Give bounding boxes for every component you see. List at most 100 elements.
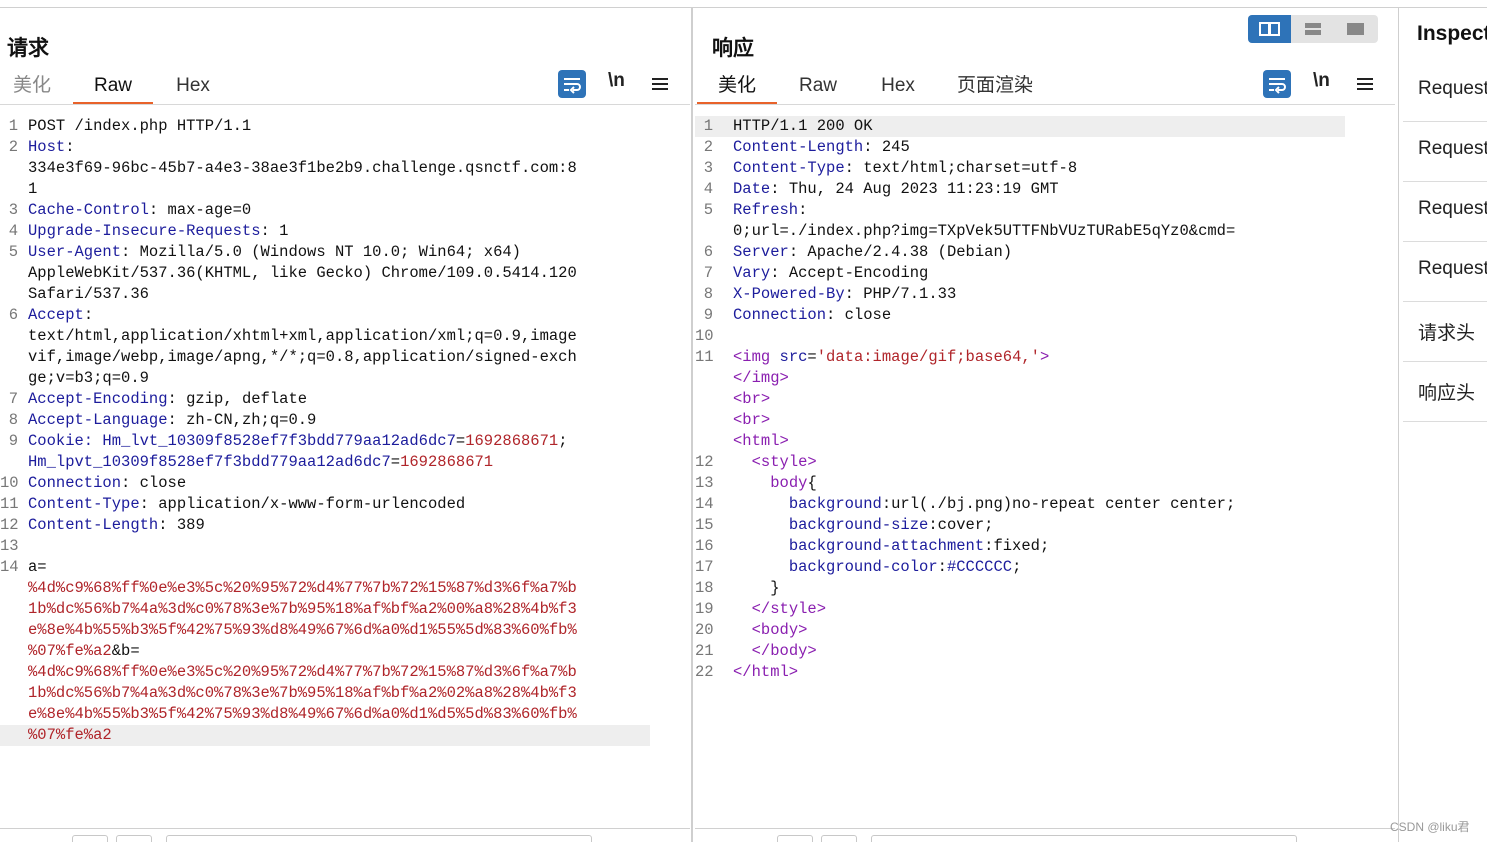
code-line[interactable]: e%8e%4b%55%b3%5f%42%75%93%d8%49%67%6d%a0… <box>0 620 650 641</box>
code-line[interactable]: AppleWebKit/537.36(KHTML, like Gecko) Ch… <box>0 263 650 284</box>
response-editor[interactable]: 1 HTTP/1.1 200 OK 2 Content-Length: 245 3 Con… <box>695 108 1395 826</box>
menu-button[interactable] <box>648 70 676 98</box>
line-content: body{ <box>733 473 817 494</box>
wrap-lines-button[interactable] <box>558 70 586 98</box>
code-line[interactable]: 14 background:url(./bj.png)no-repeat cen… <box>695 494 1345 515</box>
code-line[interactable]: text/html,application/xhtml+xml,applicat… <box>0 326 650 347</box>
line-content: %4d%c9%68%ff%0e%e3%5c%20%95%72%d4%77%7b%… <box>28 578 577 599</box>
code-line[interactable]: 2 Host: <box>0 137 650 158</box>
pane-divider[interactable] <box>691 8 693 842</box>
inspector-item-request-headers[interactable]: 请求头 <box>1403 302 1487 362</box>
code-line[interactable]: 12 <style> <box>695 452 1345 473</box>
code-line[interactable]: 7 Vary: Accept-Encoding <box>695 263 1345 284</box>
code-line[interactable]: 11 Content-Type: application/x-www-form-u… <box>0 494 650 515</box>
code-line[interactable]: e%8e%4b%55%b3%5f%42%75%93%d8%49%67%6d%a0… <box>0 704 650 725</box>
code-line[interactable]: <br> <box>695 389 1345 410</box>
code-line[interactable]: Hm_lpvt_10309f8528ef7f3bdd779aa12ad6dc7=… <box>0 452 650 473</box>
inspector-item-request-cookies[interactable]: Request <box>1403 242 1487 302</box>
tab-pretty[interactable]: 美化 <box>12 72 52 102</box>
code-line[interactable]: 8 X-Powered-By: PHP/7.1.33 <box>695 284 1345 305</box>
request-tabs: 美化 Raw Hex <box>0 72 690 105</box>
code-line[interactable]: 1b%dc%56%b7%4a%3d%c0%78%3e%7b%95%18%af%b… <box>0 683 650 704</box>
code-line[interactable]: 2 Content-Length: 245 <box>695 137 1345 158</box>
code-line[interactable]: 11 <img src='data:image/gif;base64,'> <box>695 347 1345 368</box>
code-line[interactable]: 8 Accept-Language: zh-CN,zh;q=0.9 <box>0 410 650 431</box>
code-line[interactable]: 10 Connection: close <box>0 473 650 494</box>
code-line[interactable]: 7 Accept-Encoding: gzip, deflate <box>0 389 650 410</box>
code-line[interactable]: 17 background-color:#CCCCCC; <box>695 557 1345 578</box>
code-line[interactable]: 6 Accept: <box>0 305 650 326</box>
newline-toggle-button[interactable]: \n <box>608 70 625 92</box>
code-line[interactable]: <br> <box>695 410 1345 431</box>
tab-raw[interactable]: Raw <box>798 72 838 102</box>
nav-button[interactable] <box>116 835 152 842</box>
settings-button[interactable] <box>777 835 813 842</box>
code-line[interactable]: 13 body{ <box>695 473 1345 494</box>
response-search-bar <box>695 828 1395 842</box>
code-line[interactable]: Safari/537.36 <box>0 284 650 305</box>
token: HTTP/1.1 200 OK <box>733 117 873 135</box>
request-editor[interactable]: 1 POST /index.php HTTP/1.1 2 Host: 334e3f69-… <box>0 108 690 826</box>
code-line[interactable]: 1 <box>0 179 650 200</box>
code-line[interactable]: 0;url=./index.php?img=TXpVek5UTTFNbVUzTU… <box>695 221 1345 242</box>
code-line[interactable]: %07%fe%a2 <box>0 725 650 746</box>
code-line[interactable]: 10 <box>695 326 1345 347</box>
code-line[interactable]: 18 } <box>695 578 1345 599</box>
line-content: Upgrade-Insecure-Requests: 1 <box>28 221 288 242</box>
code-line[interactable]: 19 </style> <box>695 599 1345 620</box>
code-line[interactable]: </img> <box>695 368 1345 389</box>
tab-pretty[interactable]: 美化 <box>697 72 777 105</box>
code-line[interactable]: 3 Content-Type: text/html;charset=utf-8 <box>695 158 1345 179</box>
code-line[interactable]: 4 Upgrade-Insecure-Requests: 1 <box>0 221 650 242</box>
token: 1 <box>28 180 38 198</box>
code-line[interactable]: 5 Refresh: <box>695 200 1345 221</box>
tab-raw[interactable]: Raw <box>73 72 153 105</box>
code-line[interactable]: vif,image/webp,image/apng,*/*;q=0.8,appl… <box>0 347 650 368</box>
code-line[interactable]: %4d%c9%68%ff%0e%e3%5c%20%95%72%d4%77%7b%… <box>0 662 650 683</box>
code-line[interactable]: 9 Cookie: Hm_lvt_10309f8528ef7f3bdd779aa1… <box>0 431 650 452</box>
tab-hex[interactable]: Hex <box>878 72 918 102</box>
code-line[interactable]: 9 Connection: close <box>695 305 1345 326</box>
tab-render[interactable]: 页面渲染 <box>957 72 1033 102</box>
inspector-item-label: Request <box>1418 198 1487 219</box>
code-line[interactable]: %4d%c9%68%ff%0e%e3%5c%20%95%72%d4%77%7b%… <box>0 578 650 599</box>
line-content: Cache-Control: max-age=0 <box>28 200 251 221</box>
code-line[interactable]: 21 </body> <box>695 641 1345 662</box>
code-line[interactable]: 20 <body> <box>695 620 1345 641</box>
layout-side-by-side-button[interactable] <box>1248 15 1291 43</box>
code-line[interactable]: 15 background-size:cover; <box>695 515 1345 536</box>
code-line[interactable]: 334e3f69-96bc-45b7-a4e3-38ae3f1be2b9.cha… <box>0 158 650 179</box>
code-line[interactable]: 3 Cache-Control: max-age=0 <box>0 200 650 221</box>
line-content: AppleWebKit/537.36(KHTML, like Gecko) Ch… <box>28 263 577 284</box>
code-line[interactable]: 6 Server: Apache/2.4.38 (Debian) <box>695 242 1345 263</box>
code-line[interactable]: 22 </html> <box>695 662 1345 683</box>
code-line[interactable]: ge;v=b3;q=0.9 <box>0 368 650 389</box>
code-line[interactable]: 1b%dc%56%b7%4a%3d%c0%78%3e%7b%95%18%af%b… <box>0 599 650 620</box>
inspector-item-request-body[interactable]: Request <box>1403 182 1487 242</box>
tab-hex[interactable]: Hex <box>172 72 214 102</box>
code-line[interactable]: 14 a= <box>0 557 650 578</box>
inspector-item-request-attributes[interactable]: Request <box>1403 62 1487 122</box>
code-line[interactable]: %07%fe%a2&b= <box>0 641 650 662</box>
inspector-item-response-headers[interactable]: 响应头 <box>1403 362 1487 422</box>
code-line[interactable]: 1 HTTP/1.1 200 OK <box>695 116 1345 137</box>
code-line[interactable]: 16 background-attachment:fixed; <box>695 536 1345 557</box>
code-line[interactable]: 5 User-Agent: Mozilla/5.0 (Windows NT 10.… <box>0 242 650 263</box>
newline-toggle-button[interactable]: \n <box>1313 70 1330 92</box>
layout-stacked-button[interactable] <box>1291 15 1334 43</box>
inspector-item-request-query[interactable]: Request <box>1403 122 1487 182</box>
code-line[interactable]: 12 Content-Length: 389 <box>0 515 650 536</box>
layout-single-button[interactable] <box>1334 15 1377 43</box>
code-line[interactable]: <html> <box>695 431 1345 452</box>
search-input[interactable] <box>166 835 592 842</box>
wrap-lines-button[interactable] <box>1263 70 1291 98</box>
token: src <box>779 348 808 366</box>
menu-button[interactable] <box>1353 70 1381 98</box>
code-line[interactable]: 4 Date: Thu, 24 Aug 2023 11:23:19 GMT <box>695 179 1345 200</box>
line-number: 11 <box>695 348 714 366</box>
settings-button[interactable] <box>72 835 108 842</box>
code-line[interactable]: 13 <box>0 536 650 557</box>
nav-button[interactable] <box>821 835 857 842</box>
search-input[interactable] <box>871 835 1297 842</box>
code-line[interactable]: 1 POST /index.php HTTP/1.1 <box>0 116 650 137</box>
